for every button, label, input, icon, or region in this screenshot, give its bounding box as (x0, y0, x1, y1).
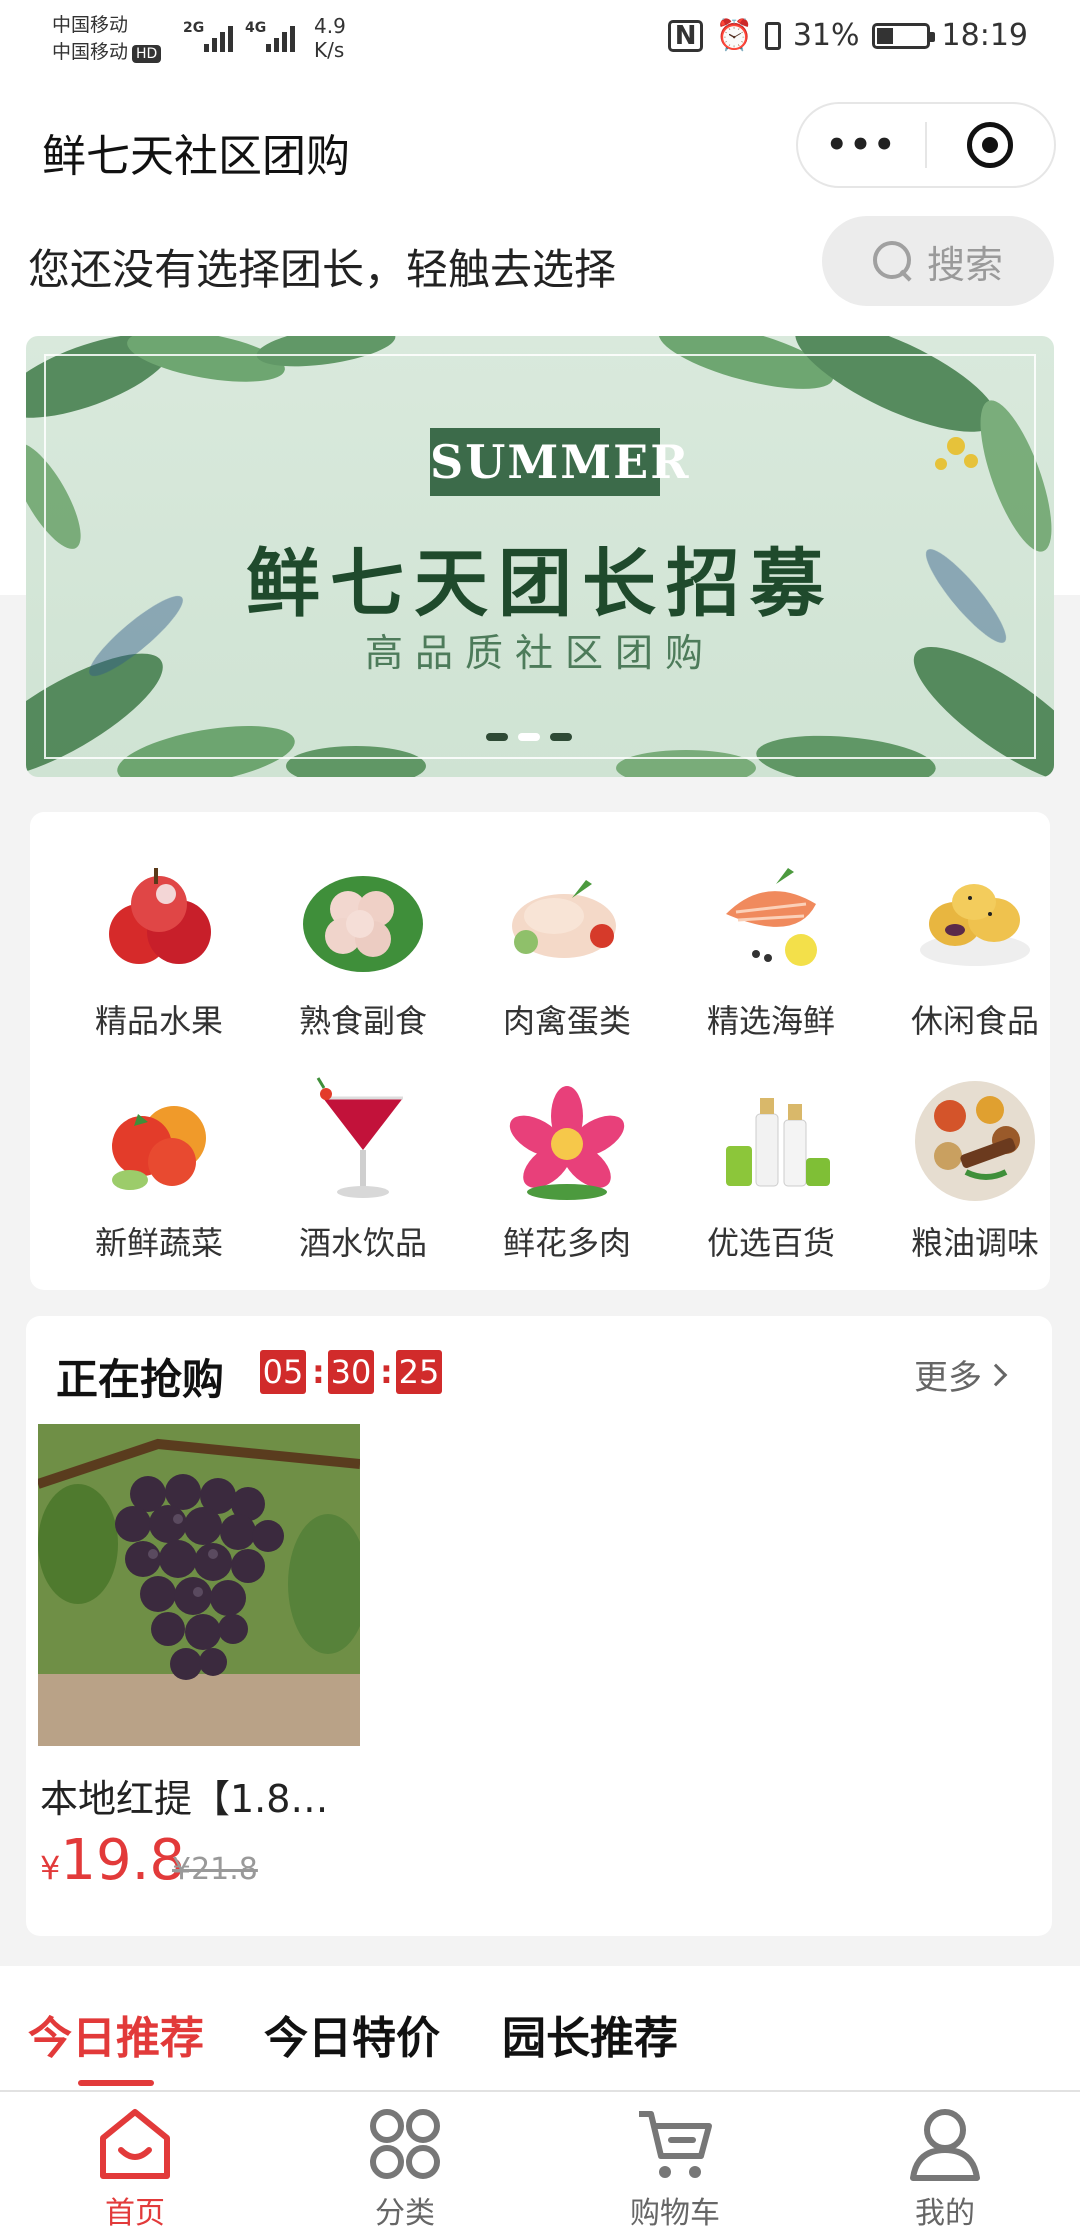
category-grid: 精品水果 熟食副食 肉禽蛋类 精选海鲜 休闲食品 新鲜蔬菜 酒水饮品 鲜花多肉 … (30, 812, 1050, 1290)
nav-category[interactable]: 分类 (325, 2104, 485, 2232)
cosmetics-icon (706, 1076, 836, 1206)
carousel-dot[interactable] (518, 733, 540, 741)
category-label: 肉禽蛋类 (502, 1002, 631, 1040)
category-label: 熟食副食 (298, 1002, 427, 1040)
speed-value: 4.9 (314, 14, 346, 38)
category-label: 鲜花多肉 (502, 1224, 631, 1262)
category-flowers[interactable]: 鲜花多肉 (477, 1076, 657, 1264)
speed-unit: K/s (314, 38, 345, 62)
miniapp-capsule: ••• (796, 102, 1056, 188)
vegetable-icon (94, 1076, 224, 1206)
grape-photo (38, 1424, 360, 1746)
chevron-right-icon (984, 1363, 1008, 1386)
category-fruit[interactable]: 精品水果 (69, 854, 249, 1042)
category-label: 精选海鲜 (706, 1002, 835, 1040)
carrier-info: 中国移动 中国移动 HD (52, 12, 162, 66)
active-tab-indicator (78, 2080, 154, 2086)
carousel-dot[interactable] (486, 733, 508, 741)
nav-cart[interactable]: 购物车 (595, 2104, 755, 2232)
carrier-secondary: 中国移动 (52, 41, 129, 63)
alarm-icon: ⏰ (715, 18, 753, 53)
flash-sale-title: 正在抢购 (56, 1355, 225, 1404)
nav-label: 我的 (915, 2196, 975, 2231)
currency-symbol: ¥ (40, 1849, 61, 1887)
search-label: 搜索 (926, 242, 1003, 287)
banner-badge: SUMMER (430, 428, 688, 496)
more-link[interactable]: 更多 (914, 1350, 1008, 1399)
category-drinks[interactable]: 酒水饮品 (273, 1076, 453, 1264)
product-price: ¥19.8 (40, 1828, 185, 1893)
select-leader-link[interactable]: 您还没有选择团长，轻触去选择 (28, 236, 616, 297)
search-icon (872, 241, 913, 281)
poultry-icon (502, 854, 632, 984)
cocktail-icon (298, 1076, 428, 1206)
price-value: 19.8 (60, 1828, 186, 1893)
category-label: 酒水饮品 (298, 1224, 427, 1262)
flower-icon (502, 1076, 632, 1206)
clock: 18:19 (941, 18, 1028, 53)
carousel-indicator (486, 733, 572, 741)
product-image[interactable] (38, 1424, 360, 1746)
tab-leader-recommend[interactable]: 园长推荐 (502, 2002, 678, 2066)
carrier-primary: 中国移动 (52, 14, 129, 36)
category-label: 优选百货 (706, 1224, 835, 1262)
banner-headline: 鲜七天团长招募 (246, 541, 834, 627)
nav-profile[interactable]: 我的 (865, 2104, 1025, 2232)
category-label: 休闲食品 (910, 1002, 1039, 1040)
profile-icon (910, 2109, 980, 2181)
signal-bars-icon (266, 22, 295, 52)
close-miniapp-button[interactable] (927, 122, 1054, 168)
search-button[interactable]: 搜索 (822, 216, 1054, 306)
seafood-icon (706, 854, 836, 984)
battery-percent: 31% (792, 18, 860, 53)
snack-icon (910, 854, 1040, 984)
nfc-icon: N (667, 19, 704, 52)
status-indicators: N ⏰ 31% 18:19 (667, 18, 1028, 53)
cart-icon (639, 2111, 712, 2178)
tab-today-recommend[interactable]: 今日推荐 (28, 2002, 204, 2066)
category-seafood[interactable]: 精选海鲜 (681, 854, 861, 1042)
category-grain-oil[interactable]: 粮油调味 (885, 1076, 1065, 1264)
nav-home[interactable]: 首页 (55, 2104, 215, 2232)
vibrate-icon (764, 21, 781, 50)
category-snacks[interactable]: 休闲食品 (885, 854, 1065, 1042)
category-label: 精品水果 (94, 1002, 223, 1040)
category-label: 粮油调味 (910, 1224, 1039, 1262)
countdown-separator: : (380, 1353, 393, 1391)
network-speed: 4.9 K/s (314, 14, 346, 62)
network-2g-label: 2G (183, 20, 205, 36)
promo-banner[interactable]: SUMMER 鲜七天团长招募 高品质社区团购 (26, 336, 1054, 777)
spice-icon (910, 1076, 1040, 1206)
tab-today-deals[interactable]: 今日特价 (264, 2002, 440, 2066)
home-icon (100, 2109, 170, 2179)
category-poultry[interactable]: 肉禽蛋类 (477, 854, 657, 1042)
hd-badge: HD (132, 45, 162, 63)
product-name[interactable]: 本地红提【1.8… (40, 1768, 328, 1823)
nav-label: 首页 (105, 2196, 165, 2231)
countdown-hours: 05 (260, 1350, 306, 1394)
nav-label: 分类 (375, 2196, 435, 2231)
category-vegetables[interactable]: 新鲜蔬菜 (69, 1076, 249, 1264)
countdown-minutes: 30 (328, 1350, 374, 1394)
countdown-separator: : (312, 1353, 325, 1391)
countdown-seconds: 25 (396, 1350, 442, 1394)
fruit-icon (94, 854, 224, 984)
network-4g-label: 4G (245, 20, 267, 36)
signal-bars-icon (204, 22, 233, 52)
carousel-dot[interactable] (550, 733, 572, 741)
nav-label: 购物车 (630, 2196, 720, 2231)
battery-icon (871, 22, 935, 49)
category-cooked-food[interactable]: 熟食副食 (273, 854, 453, 1042)
banner-subline: 高品质社区团购 (364, 631, 715, 675)
original-price: ¥21.8 (172, 1852, 258, 1887)
cooked-food-icon (298, 854, 428, 984)
page-title: 鲜七天社区团购 (42, 131, 350, 182)
category-household[interactable]: 优选百货 (681, 1076, 861, 1264)
category-label: 新鲜蔬菜 (94, 1224, 223, 1262)
category-icon (370, 2109, 440, 2179)
more-menu-button[interactable]: ••• (798, 125, 925, 165)
more-label: 更多 (914, 1358, 982, 1398)
target-icon (967, 122, 1014, 168)
